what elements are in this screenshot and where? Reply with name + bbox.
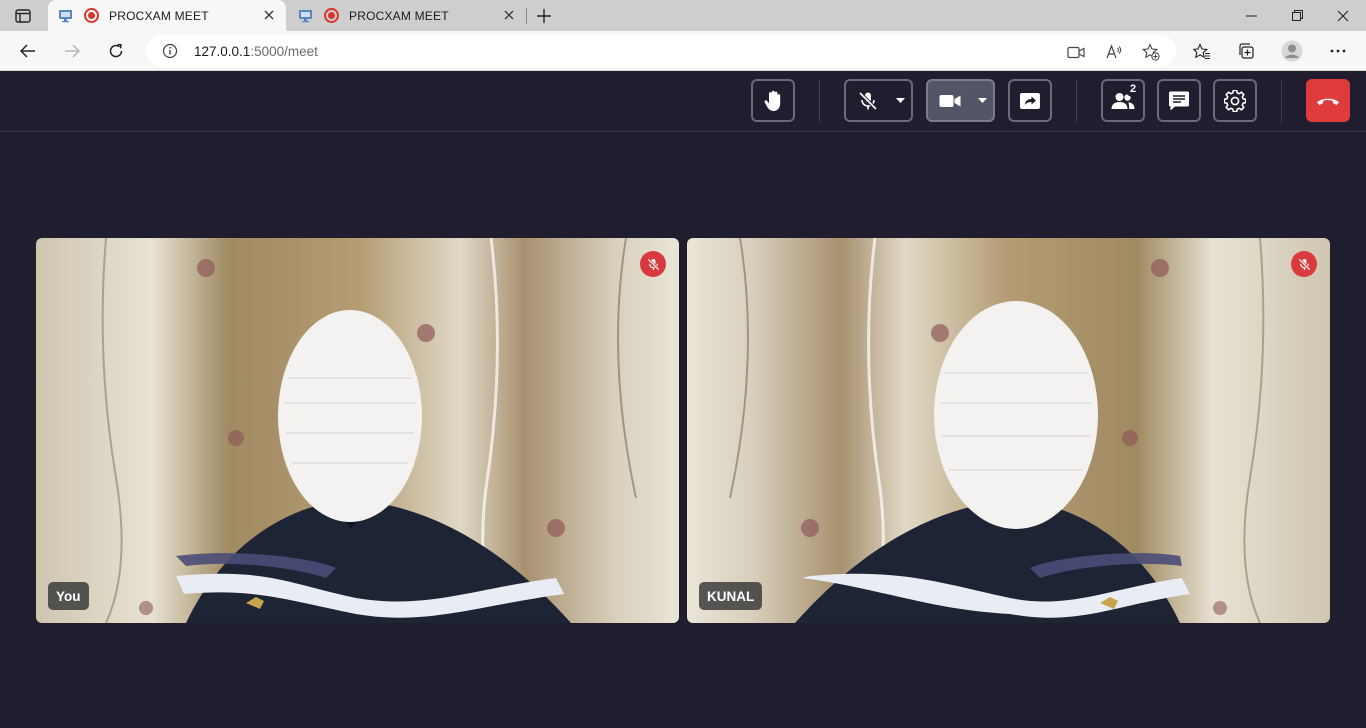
chevron-down-icon <box>895 98 905 103</box>
add-favorite-button[interactable] <box>1141 42 1161 62</box>
arrow-right-icon <box>65 44 80 58</box>
chevron-down-icon <box>977 98 987 103</box>
raise-hand-button[interactable] <box>751 79 795 122</box>
address-bar[interactable]: 127.0.0.1:5000/meet <box>146 35 1176 67</box>
participants-button[interactable]: 2 <box>1101 79 1145 122</box>
avatar-icon <box>1281 40 1303 62</box>
close-icon <box>1337 10 1349 21</box>
mic-toggle-button[interactable] <box>844 79 913 122</box>
arrow-left-icon <box>20 44 35 58</box>
browser-tab-2[interactable]: PROCXAM MEET <box>288 0 526 31</box>
browser-tab-strip: PROCXAM MEET PROCXAM MEET <box>0 0 1366 31</box>
tab-actions-icon <box>15 9 31 23</box>
recording-icon <box>324 8 339 23</box>
refresh-button[interactable] <box>102 37 130 65</box>
recording-icon <box>84 8 99 23</box>
participant-name-tag: You <box>48 582 89 610</box>
browser-tab-1[interactable]: PROCXAM MEET <box>48 0 286 31</box>
mic-off-icon <box>646 257 660 271</box>
monitor-favicon-icon <box>299 10 312 23</box>
refresh-icon <box>109 43 123 58</box>
url-path: :5000/meet <box>250 44 318 59</box>
profile-button[interactable] <box>1278 37 1306 65</box>
minimize-icon <box>1245 15 1257 16</box>
browser-toolbar: 127.0.0.1:5000/meet <box>0 31 1366 71</box>
monitor-favicon-icon <box>59 10 72 23</box>
forward-button[interactable] <box>58 37 86 65</box>
tab-actions-button[interactable] <box>8 6 38 26</box>
star-add-icon <box>1142 43 1160 61</box>
leave-call-button[interactable] <box>1306 79 1350 122</box>
new-tab-button[interactable] <box>533 5 555 27</box>
video-tile-self: You <box>36 238 679 623</box>
video-feed <box>687 238 1330 623</box>
hang-up-icon <box>1317 98 1339 105</box>
close-window-button[interactable] <box>1320 0 1366 31</box>
minimize-button[interactable] <box>1228 0 1274 31</box>
tab-separator <box>526 8 527 24</box>
mic-off-icon <box>1297 257 1311 271</box>
collections-button[interactable] <box>1232 37 1260 65</box>
control-divider <box>1281 79 1282 123</box>
url-host: 127.0.0.1 <box>194 44 251 59</box>
more-menu-button[interactable] <box>1324 37 1352 65</box>
close-icon <box>504 10 514 20</box>
video-camera-icon <box>1067 46 1085 58</box>
info-icon <box>162 43 178 59</box>
camera-options-caret[interactable] <box>972 81 992 120</box>
participant-name-tag: KUNAL <box>699 582 763 610</box>
camera-permission-button[interactable] <box>1066 42 1086 62</box>
tab-title: PROCXAM MEET <box>349 9 449 23</box>
close-icon <box>264 10 274 20</box>
tab-title: PROCXAM MEET <box>109 9 209 23</box>
plus-icon <box>537 9 551 23</box>
chat-button[interactable] <box>1157 79 1201 122</box>
video-camera-icon <box>939 94 961 107</box>
restore-button[interactable] <box>1274 0 1320 31</box>
more-horizontal-icon <box>1330 49 1346 53</box>
read-aloud-button[interactable] <box>1104 42 1124 62</box>
read-aloud-icon <box>1106 44 1122 59</box>
camera-toggle-main[interactable] <box>928 81 972 120</box>
share-screen-button[interactable] <box>1008 79 1052 122</box>
video-feed <box>36 238 679 623</box>
favorites-button[interactable] <box>1188 37 1216 65</box>
meeting-control-bar: 2 <box>0 71 1366 132</box>
close-tab-button[interactable] <box>500 6 518 24</box>
camera-toggle-button[interactable] <box>926 79 995 122</box>
chat-icon <box>1169 91 1189 110</box>
participants-count-badge: 2 <box>1125 81 1141 97</box>
url-text: 127.0.0.1:5000/meet <box>194 44 318 59</box>
video-tile-remote: KUNAL <box>687 238 1330 623</box>
favorites-icon <box>1193 42 1210 59</box>
share-screen-icon <box>1020 92 1040 109</box>
muted-indicator <box>1291 251 1317 277</box>
control-divider <box>1076 79 1077 123</box>
close-tab-button[interactable] <box>260 6 278 24</box>
hand-icon <box>764 90 781 111</box>
mic-off-icon <box>858 91 878 110</box>
gear-icon <box>1224 89 1246 112</box>
settings-button[interactable] <box>1213 79 1257 122</box>
mic-toggle-main[interactable] <box>846 81 890 120</box>
back-button[interactable] <box>14 37 42 65</box>
restore-icon <box>1291 10 1303 21</box>
mic-options-caret[interactable] <box>890 81 910 120</box>
control-divider <box>819 79 820 123</box>
collections-icon <box>1239 43 1254 59</box>
muted-indicator <box>640 251 666 277</box>
